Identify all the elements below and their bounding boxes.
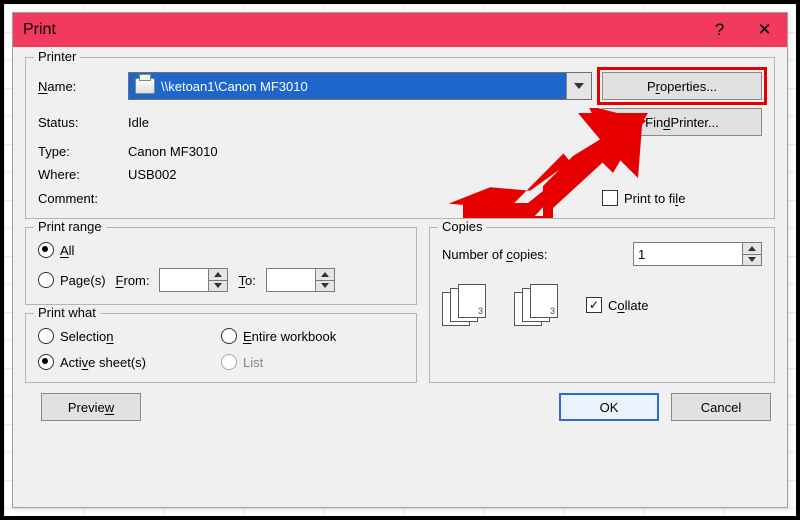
radio-dot-icon [221,354,237,370]
checkbox-box-icon [586,297,602,313]
type-label: Type: [38,144,118,159]
radio-dot-icon [38,354,54,370]
radio-active-sheets[interactable]: Active sheet(s) [38,354,221,370]
radio-dot-icon [221,328,237,344]
printer-legend: Printer [34,49,80,64]
triangle-down-icon [214,283,222,288]
radio-all[interactable]: All [38,242,404,258]
print-dialog: Print ? ✕ Printer Name: \\ketoan1\Canon … [12,12,788,508]
radio-entire-workbook[interactable]: Entire workbook [221,328,404,344]
print-what-legend: Print what [34,305,100,320]
ok-button[interactable]: OK [559,393,659,421]
triangle-up-icon [748,246,756,251]
dialog-footer: Preview OK Cancel [25,391,775,425]
comment-label: Comment: [38,191,118,206]
radio-dot-icon [38,272,54,288]
combo-arrow-button[interactable] [566,73,591,99]
status-value: Idle [128,115,592,130]
chevron-down-icon [574,83,584,89]
print-range-legend: Print range [34,219,106,234]
collate-preview-icon: 123 [514,284,562,326]
num-copies-label: Number of copies: [442,247,548,262]
triangle-down-icon [321,283,329,288]
print-range-group: Print range All Page(s) [25,227,417,305]
print-to-file-checkbox[interactable]: Print to file [602,190,762,206]
checkbox-box-icon [602,190,618,206]
triangle-up-icon [321,272,329,277]
printer-name-combo[interactable]: \\ketoan1\Canon MF3010 [128,72,592,100]
radio-dot-icon [38,328,54,344]
copies-legend: Copies [438,219,486,234]
close-button[interactable]: ✕ [742,13,787,47]
to-input[interactable] [266,268,315,292]
radio-list: List [221,354,404,370]
properties-button[interactable]: Properties... [602,72,762,100]
copies-group: Copies Number of copies: 123 [429,227,775,383]
preview-button[interactable]: Preview [41,393,141,421]
close-icon: ✕ [757,20,771,40]
status-label: Status: [38,115,118,130]
spin-down-button[interactable] [743,255,761,266]
where-label: Where: [38,167,118,182]
spin-up-button[interactable] [743,243,761,255]
print-what-group: Print what Selection Entire workbook [25,313,417,383]
from-input[interactable] [159,268,208,292]
spin-down-button[interactable] [209,281,227,292]
type-value: Canon MF3010 [128,144,592,159]
from-label: From: [116,273,150,288]
name-label: Name: [38,79,118,94]
to-spinner[interactable] [266,268,335,292]
to-label: To: [238,273,255,288]
dialog-title: Print [23,21,56,39]
printer-selected-name: \\ketoan1\Canon MF3010 [161,79,308,94]
printer-group: Printer Name: \\ketoan1\Canon MF3010 Pro… [25,57,775,219]
radio-dot-icon [38,242,54,258]
cancel-button[interactable]: Cancel [671,393,771,421]
printer-icon [135,78,155,94]
triangle-down-icon [748,257,756,262]
radio-selection[interactable]: Selection [38,328,221,344]
collate-checkbox[interactable]: Collate [586,297,648,313]
num-copies-spinner[interactable] [633,242,762,266]
find-printer-button[interactable]: Find Printer... [602,108,762,136]
num-copies-input[interactable] [633,242,742,266]
radio-pages[interactable]: Page(s) [38,272,106,288]
spin-up-button[interactable] [209,269,227,281]
triangle-up-icon [214,272,222,277]
where-value: USB002 [128,167,592,182]
help-button[interactable]: ? [697,13,742,47]
titlebar: Print ? ✕ [13,13,787,47]
spin-up-button[interactable] [316,269,334,281]
from-spinner[interactable] [159,268,228,292]
spin-down-button[interactable] [316,281,334,292]
collate-preview-icon: 123 [442,284,490,326]
